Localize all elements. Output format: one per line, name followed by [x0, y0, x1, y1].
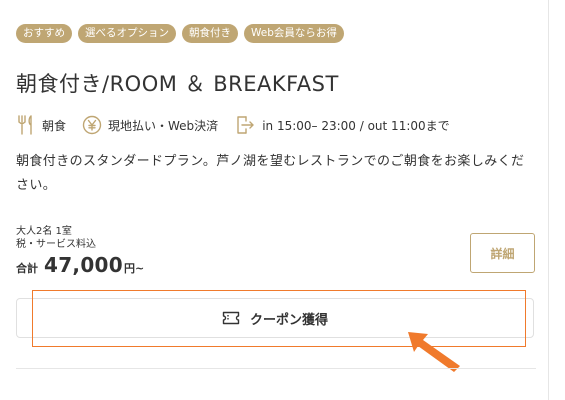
price-line: 合計 47,000 円~ — [16, 253, 144, 277]
annotation-arrow-icon — [408, 332, 460, 372]
meal-label: 朝食 — [42, 118, 67, 133]
fork-knife-icon — [16, 114, 36, 136]
vertical-divider — [548, 0, 549, 400]
tag-web-member: Web会員ならお得 — [244, 24, 344, 43]
payment-label: 現地払い・Web決済 — [108, 118, 219, 133]
occupancy-text: 大人2名 1室 — [16, 226, 72, 237]
tag-options: 選べるオプション — [78, 24, 176, 43]
price-block: 大人2名 1室 税・サービス料込 合計 47,000 円~ — [16, 225, 144, 277]
plan-description: 朝食付きのスタンダードプラン。芦ノ湖を望むレストランでのご朝食をお楽しみください… — [16, 154, 525, 193]
coupon-label: クーポン獲得 — [249, 311, 328, 327]
payment-info: 現地払い・Web決済 — [82, 115, 218, 135]
plan-title: 朝食付き/ROOM ＆ BREAKFAST — [16, 72, 339, 96]
bottom-divider — [16, 368, 536, 369]
details-button[interactable]: 詳細 — [470, 233, 535, 273]
price-amount: 47,000 — [44, 253, 123, 277]
tag-list: おすすめ 選べるオプション 朝食付き Web会員ならお得 — [16, 24, 344, 43]
checkin-label: in 15:00– 23:00 / out 11:00まで — [262, 118, 450, 133]
door-enter-icon — [234, 114, 256, 136]
tag-breakfast: 朝食付き — [182, 24, 238, 43]
tag-recommended: おすすめ — [16, 24, 72, 43]
price-suffix: 円~ — [123, 262, 145, 275]
yen-coin-icon — [82, 115, 102, 135]
plan-info-row: 朝食 現地払い・Web決済 in 15:00– 23:00 / out 11:0… — [16, 112, 450, 138]
tax-note: 税・サービス料込 — [16, 239, 96, 250]
checkin-info: in 15:00– 23:00 / out 11:00まで — [234, 114, 450, 136]
price-prefix: 合計 — [16, 262, 38, 275]
plan-card: おすすめ 選べるオプション 朝食付き Web会員ならお得 朝食付き/ROOM ＆… — [0, 0, 565, 400]
ticket-icon — [222, 311, 240, 325]
meal-info: 朝食 — [16, 114, 66, 136]
